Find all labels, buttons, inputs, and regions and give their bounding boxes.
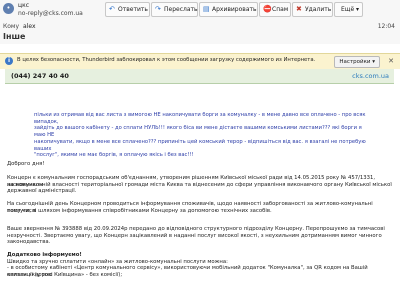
- spam-icon: ⛔: [263, 5, 272, 13]
- notice-settings-button[interactable]: Настройки ▾: [334, 56, 380, 68]
- more-button[interactable]: Ещё ▾: [334, 2, 363, 17]
- recipient-row: Кому alex: [3, 23, 36, 30]
- message-body: (044) 247 40 40 cks.com.ua пільки из отр…: [0, 69, 400, 290]
- body-line: Ваше звернення № 393888 від 20.09.2024р …: [7, 226, 385, 232]
- close-icon[interactable]: ✕: [388, 57, 394, 65]
- forward-button-label: Переслать: [164, 6, 198, 13]
- remote-content-notice: i В целях безопасности, Thunderbird забл…: [0, 53, 400, 70]
- archive-button-label: Архивировать: [212, 6, 257, 13]
- quoted-message: пільки из отримав від вас листа з вимого…: [34, 112, 370, 159]
- reply-button[interactable]: ↶ Ответить: [105, 2, 150, 17]
- message-subject: Інше: [3, 32, 26, 41]
- body-line: законодавства.: [7, 239, 51, 246]
- forward-icon: ↷: [155, 5, 161, 13]
- spam-button-label: Спам: [272, 6, 289, 13]
- quote-line: зайдіть до вашого кабінету - до сплати Н…: [34, 125, 362, 139]
- info-icon: i: [5, 57, 13, 65]
- sender-name[interactable]: цкс: [18, 2, 29, 9]
- spam-button[interactable]: ⛔ Спам: [259, 2, 291, 17]
- body-line: державної адміністрації.: [7, 188, 77, 195]
- greeting: Доброго дня!: [7, 161, 45, 167]
- body-line: оплати «картою Київщина» - без комісії);: [7, 272, 123, 279]
- archive-button[interactable]: ▤ Архивировать: [199, 2, 258, 17]
- banner-divider: [5, 83, 394, 84]
- recipient-value[interactable]: alex: [23, 23, 35, 30]
- quote-line: накопичувати, якщо в мене все сплачено??…: [34, 138, 366, 152]
- forward-button[interactable]: ↷ Переслать: [151, 2, 198, 17]
- reply-button-label: Ответить: [118, 6, 148, 13]
- company-phone: (044) 247 40 40: [11, 72, 69, 80]
- message-time: 12:04: [377, 23, 395, 30]
- to-label: Кому: [3, 23, 20, 30]
- trash-icon: ✖: [296, 5, 302, 13]
- body-line: тому числі шляхом інформування співробіт…: [7, 207, 272, 214]
- company-site-link[interactable]: cks.com.ua: [352, 72, 389, 80]
- notice-text: В целях безопасности, Thunderbird заблок…: [17, 57, 316, 63]
- sender-avatar: •: [3, 3, 14, 14]
- quote-line: "послуг", якими не має боргів, я оплачую…: [34, 152, 194, 159]
- reply-icon: ↶: [109, 5, 115, 13]
- body-line: незручності. Звертаємо увагу, що Концерн…: [7, 232, 382, 239]
- email-banner: (044) 247 40 40 cks.com.ua: [5, 69, 394, 83]
- sender-email[interactable]: no-reply@cks.com.ua: [18, 10, 83, 17]
- more-button-label: Ещё ▾: [341, 6, 360, 13]
- archive-icon: ▤: [203, 5, 210, 13]
- body-line: на комунальній власності територіальної …: [7, 181, 392, 188]
- delete-button-label: Удалить: [305, 6, 332, 13]
- info-title: Додатково інформуємо!: [7, 252, 82, 258]
- delete-button[interactable]: ✖ Удалить: [292, 2, 333, 17]
- message-header: • цкс no-reply@cks.com.ua ↶ Ответить ↷ П…: [0, 0, 400, 44]
- quote-line: пільки из отримав від вас листа з вимого…: [34, 112, 366, 125]
